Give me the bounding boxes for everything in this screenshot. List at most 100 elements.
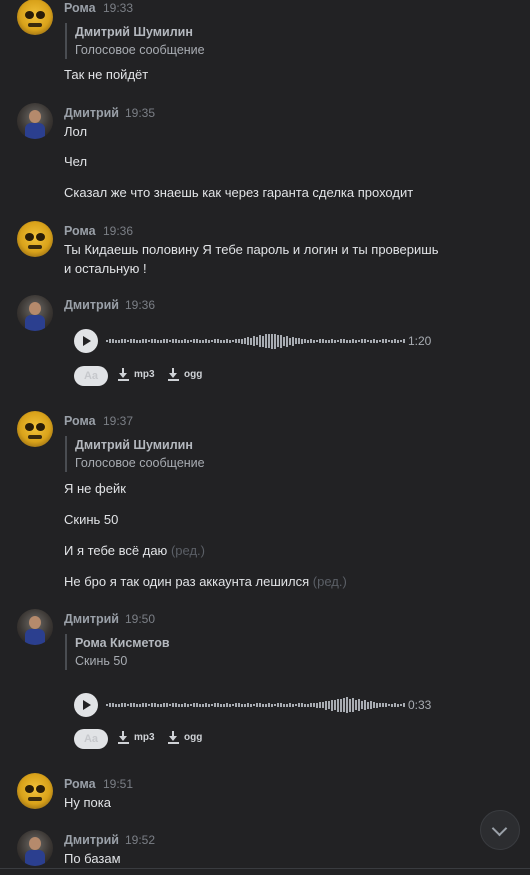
author-name[interactable]: Дмитрий	[64, 833, 119, 847]
avatar[interactable]	[17, 773, 53, 809]
play-icon[interactable]	[74, 329, 98, 353]
voice-message: 0:33	[74, 693, 444, 717]
waveform-bar	[358, 699, 360, 711]
waveform-bar	[250, 703, 252, 707]
play-icon[interactable]	[74, 693, 98, 717]
waveform-bar	[274, 704, 276, 706]
waveform-bar	[346, 339, 348, 343]
voice-waveform[interactable]	[106, 331, 406, 351]
avatar[interactable]	[17, 295, 53, 331]
download-mp3-link[interactable]: mp3	[118, 366, 155, 386]
waveform-bar	[196, 339, 198, 343]
waveform-bar	[349, 698, 351, 712]
waveform-bar	[253, 336, 255, 346]
waveform-bar	[235, 339, 237, 343]
waveform-bar	[283, 703, 285, 707]
author-name[interactable]: Рома	[64, 1, 96, 15]
waveform-bar	[286, 335, 288, 347]
author-name[interactable]: Дмитрий	[64, 298, 119, 312]
waveform-bar	[133, 339, 135, 343]
waveform-bar	[316, 340, 318, 342]
reply-quote[interactable]: Дмитрий Шумилин Голосовое сообщение	[65, 23, 205, 59]
waveform-bar	[319, 702, 321, 708]
waveform-bar	[130, 339, 132, 343]
waveform-bar	[190, 340, 192, 342]
waveform-bar	[142, 703, 144, 707]
transcribe-button[interactable]: Aa	[74, 366, 108, 386]
download-icon	[118, 730, 129, 744]
waveform-bar	[343, 339, 345, 343]
waveform-bar	[199, 339, 201, 343]
waveform-bar	[364, 339, 366, 343]
scroll-down-button[interactable]	[480, 810, 520, 850]
waveform-bar	[127, 340, 129, 342]
waveform-bar	[367, 340, 369, 342]
waveform-bar	[229, 703, 231, 707]
waveform-bar	[331, 339, 333, 343]
waveform-bar	[112, 703, 114, 707]
waveform-bar	[352, 698, 354, 712]
message-time: 19:37	[103, 414, 134, 428]
avatar[interactable]	[17, 609, 53, 645]
quote-text: Скинь 50	[75, 654, 128, 668]
waveform-bar	[268, 703, 270, 707]
waveform-bar	[400, 340, 402, 342]
waveform-bar	[106, 704, 108, 706]
download-mp3-link[interactable]: mp3	[118, 729, 155, 749]
reply-quote[interactable]: Дмитрий Шумилин Голосовое сообщение	[65, 436, 205, 472]
waveform-bar	[313, 703, 315, 707]
avatar[interactable]	[17, 830, 53, 866]
waveform-bar	[118, 339, 120, 343]
waveform-bar	[178, 703, 180, 707]
waveform-bar	[172, 339, 174, 343]
waveform-bar	[166, 703, 168, 707]
waveform-bar	[376, 339, 378, 343]
avatar[interactable]	[17, 0, 53, 35]
waveform-bar	[373, 702, 375, 708]
waveform-bar	[262, 335, 264, 347]
voice-duration: 0:33	[408, 698, 432, 712]
avatar[interactable]	[17, 221, 53, 257]
message-time: 19:33	[103, 1, 134, 15]
message-text: Так не пойдёт	[64, 67, 149, 82]
voice-waveform[interactable]	[106, 695, 406, 715]
waveform-bar	[178, 339, 180, 343]
waveform-bar	[115, 339, 117, 343]
transcribe-button[interactable]: Aa	[74, 729, 108, 749]
message-text: и остальную !	[64, 261, 147, 276]
waveform-bar	[226, 339, 228, 343]
waveform-bar	[298, 338, 300, 344]
waveform-bar	[154, 339, 156, 343]
waveform-bar	[370, 339, 372, 343]
download-icon	[168, 367, 179, 381]
author-name[interactable]: Рома	[64, 777, 96, 791]
waveform-bar	[265, 703, 267, 707]
message-text: Лол	[64, 124, 88, 139]
waveform-bar	[202, 703, 204, 707]
reply-quote[interactable]: Рома Кисметов Скинь 50	[65, 634, 170, 670]
avatar[interactable]	[17, 103, 53, 139]
author-name[interactable]: Рома	[64, 414, 96, 428]
waveform-bar	[148, 704, 150, 706]
message-time: 19:52	[125, 833, 156, 847]
download-ogg-link[interactable]: ogg	[168, 729, 202, 749]
message-time: 19:36	[103, 224, 134, 238]
waveform-bar	[112, 339, 114, 343]
waveform-bar	[220, 703, 222, 707]
author-name[interactable]: Рома	[64, 224, 96, 238]
waveform-bar	[145, 703, 147, 707]
message-time: 19:35	[125, 106, 156, 120]
author-name[interactable]: Дмитрий	[64, 612, 119, 626]
waveform-bar	[247, 337, 249, 345]
message-text: Ну пока	[64, 795, 111, 810]
waveform-bar	[379, 703, 381, 707]
waveform-bar	[136, 339, 138, 343]
waveform-bar	[373, 339, 375, 343]
waveform-bar	[181, 339, 183, 343]
download-ogg-link[interactable]: ogg	[168, 366, 202, 386]
waveform-bar	[256, 703, 258, 707]
waveform-bar	[286, 703, 288, 707]
waveform-bar	[145, 339, 147, 343]
author-name[interactable]: Дмитрий	[64, 106, 119, 120]
avatar[interactable]	[17, 411, 53, 447]
